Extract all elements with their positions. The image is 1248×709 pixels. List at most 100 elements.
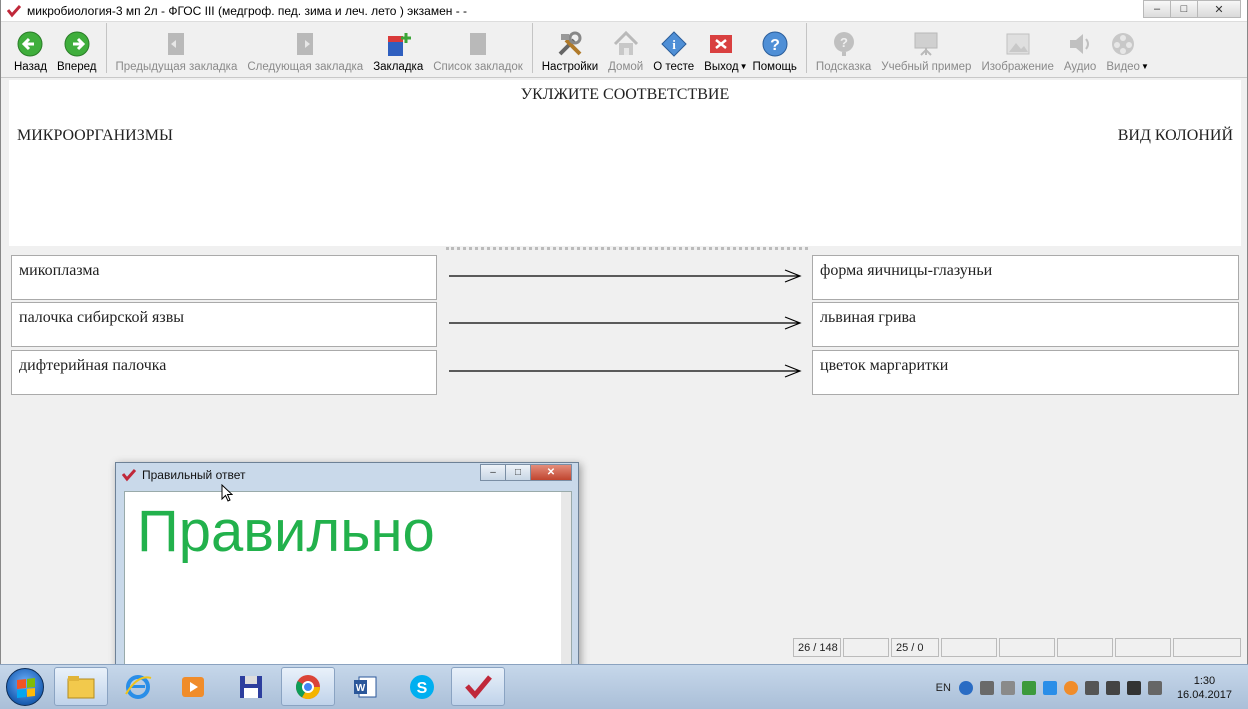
home-button[interactable]: Домой — [608, 30, 643, 73]
correct-answer-dialog: Правильный ответ – □ ✕ Правильно — [115, 462, 579, 672]
avast-tray-icon[interactable] — [1063, 680, 1078, 695]
system-tray: EN 1:30 16.04.2017 — [936, 665, 1248, 709]
taskbar-chrome[interactable] — [281, 667, 335, 706]
internet-explorer-icon — [125, 674, 152, 699]
left-item[interactable]: микоплазма — [11, 255, 437, 300]
volume-tray-icon[interactable] — [1147, 680, 1162, 695]
training-example-button[interactable]: Учебный пример — [881, 30, 971, 73]
close-button[interactable]: ✕ — [1197, 0, 1241, 18]
folder-icon — [67, 675, 95, 698]
dialog-body: Правильно — [124, 491, 572, 667]
home-icon — [613, 30, 638, 55]
mouse-cursor-icon — [221, 484, 233, 502]
dialog-scrollbar[interactable] — [561, 492, 571, 666]
window-title: микробиология-3 мп 2л - ФГОС III (медгро… — [27, 3, 468, 18]
splitter-handle[interactable] — [446, 247, 808, 251]
taskbar-save-app[interactable] — [224, 667, 278, 706]
hint-button[interactable]: ? Подсказка — [816, 30, 871, 73]
maximize-button[interactable]: □ — [1170, 0, 1198, 18]
image-button[interactable]: Изображение — [981, 30, 1054, 73]
svg-text:?: ? — [840, 35, 848, 50]
taskbar-explorer[interactable] — [54, 667, 108, 706]
next-bookmark-label: Следующая закладка — [247, 61, 364, 73]
clock-time: 1:30 — [1193, 674, 1216, 687]
about-test-button[interactable]: i О тесте — [653, 30, 694, 73]
prev-bookmark-button[interactable]: Предыдущая закладка — [115, 30, 238, 73]
toolbar: Назад Вперед Предыдущая закладка Следующ… — [1, 22, 1247, 78]
monitor-tray-icon[interactable] — [1105, 680, 1120, 695]
arrow-right-icon — [64, 31, 90, 57]
arrow-right-icon — [449, 269, 802, 283]
dialog-close-button[interactable]: ✕ — [530, 464, 572, 481]
flag-tray-icon[interactable] — [1126, 680, 1141, 695]
taskbar-word[interactable]: W — [338, 667, 392, 706]
status-progress: 26 / 148 — [793, 638, 841, 657]
help-label: Помощь — [752, 61, 797, 73]
arrow-left-icon — [17, 31, 43, 57]
video-dropdown-icon[interactable]: ▼ — [1141, 62, 1149, 71]
dialog-title: Правильный ответ — [142, 468, 246, 482]
exit-label: Выход — [704, 61, 739, 73]
image-icon — [1006, 33, 1030, 55]
bookmark-list-button[interactable]: Список закладок — [433, 30, 523, 73]
forward-button[interactable]: Вперед — [57, 30, 97, 73]
about-test-label: О тесте — [653, 61, 695, 73]
right-item[interactable]: форма яичницы-глазуньи — [812, 255, 1239, 300]
app-check-icon — [465, 674, 492, 699]
tools-icon — [558, 31, 582, 56]
update-tray-icon[interactable] — [1021, 680, 1036, 695]
audio-label: Аудио — [1063, 61, 1097, 73]
info-icon: i — [660, 31, 687, 57]
help-tray-icon[interactable] — [958, 680, 973, 695]
bookmark-add-icon — [388, 33, 412, 56]
bluetooth-tray-icon[interactable] — [1042, 680, 1057, 695]
match-row: дифтерийная палочка цветок маргаритки — [11, 350, 1239, 396]
training-example-label: Учебный пример — [881, 61, 972, 73]
arrow-right-icon — [449, 316, 802, 330]
usb-tray-icon[interactable] — [979, 680, 994, 695]
bookmark-next-icon — [297, 33, 314, 55]
left-item[interactable]: дифтерийная палочка — [11, 350, 437, 395]
next-bookmark-button[interactable]: Следующая закладка — [247, 30, 363, 73]
bookmark-list-label: Список закладок — [433, 61, 523, 73]
video-label: Видео — [1106, 61, 1140, 73]
exit-button[interactable]: Выход — [704, 30, 739, 73]
back-button[interactable]: Назад — [14, 30, 47, 73]
word-icon: W — [354, 676, 377, 697]
audio-button[interactable]: Аудио — [1064, 30, 1096, 73]
settings-button[interactable]: Настройки — [542, 30, 598, 73]
taskbar-skype[interactable]: S — [395, 667, 449, 706]
exit-dropdown-icon[interactable]: ▼ — [740, 62, 748, 71]
status-cell — [999, 638, 1055, 657]
clock[interactable]: 1:30 16.04.2017 — [1177, 674, 1232, 702]
toolbar-separator — [105, 22, 107, 73]
toolbar-separator — [805, 22, 807, 73]
help-icon: ? — [762, 31, 788, 57]
dialog-maximize-button[interactable]: □ — [505, 464, 531, 481]
language-indicator[interactable]: EN — [936, 682, 951, 694]
status-cell — [1057, 638, 1113, 657]
title-bar: микробиология-3 мп 2л - ФГОС III (медгро… — [1, 0, 1247, 22]
help-button[interactable]: ? Помощь — [753, 30, 797, 73]
dialog-minimize-button[interactable]: – — [480, 464, 506, 481]
svg-text:i: i — [672, 37, 676, 52]
taskbar-media-player[interactable] — [166, 667, 220, 706]
network-tray-icon[interactable] — [1000, 680, 1015, 695]
video-button[interactable]: Видео — [1106, 30, 1140, 73]
prev-bookmark-label: Предыдущая закладка — [115, 61, 238, 73]
left-item[interactable]: палочка сибирской язвы — [11, 302, 437, 347]
device-tray-icon[interactable] — [1084, 680, 1099, 695]
right-item[interactable]: львиная грива — [812, 302, 1239, 347]
hint-icon: ? — [833, 32, 854, 56]
window-controls: – □ ✕ — [1143, 0, 1241, 18]
minimize-button[interactable]: – — [1143, 0, 1171, 18]
start-button[interactable] — [6, 668, 44, 706]
speaker-icon — [1070, 34, 1090, 54]
right-item[interactable]: цветок маргаритки — [812, 350, 1239, 395]
windows-logo-icon — [17, 678, 35, 698]
question-header: УКЛЖИТЕ СООТВЕТСТВИЕ МИКРООРГАНИЗМЫ ВИД … — [9, 80, 1241, 246]
status-cell — [1173, 638, 1241, 657]
add-bookmark-button[interactable]: Закладка — [373, 30, 423, 73]
taskbar-ie[interactable] — [111, 667, 165, 706]
taskbar-test-app[interactable] — [451, 667, 505, 706]
